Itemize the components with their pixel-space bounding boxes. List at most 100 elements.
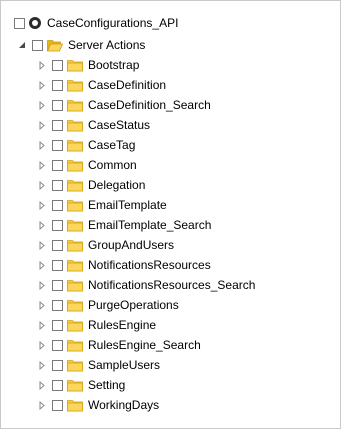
folder-icon	[67, 379, 83, 392]
expand-arrow-icon[interactable]	[38, 400, 46, 410]
item-checkbox[interactable]	[52, 219, 63, 231]
item-checkbox[interactable]	[52, 279, 63, 291]
item-checkbox[interactable]	[52, 99, 63, 111]
expand-arrow-icon[interactable]	[38, 80, 46, 90]
folder-icon	[67, 259, 83, 272]
expand-arrow-icon[interactable]	[38, 220, 46, 230]
tree-item-row[interactable]: RulesEngine	[38, 316, 156, 334]
expand-arrow-icon[interactable]	[38, 360, 46, 370]
tree-group-row[interactable]: Server Actions	[18, 36, 145, 54]
item-label: Setting	[88, 378, 126, 392]
tree-item-row[interactable]: RulesEngine_Search	[38, 336, 201, 354]
module-radio-icon	[29, 17, 41, 29]
tree-item-row[interactable]: Setting	[38, 376, 125, 394]
item-label: RulesEngine	[88, 318, 157, 332]
item-label: WorkingDays	[88, 398, 160, 412]
folder-icon	[67, 59, 83, 72]
folder-icon	[67, 99, 83, 112]
expand-arrow-icon[interactable]	[38, 240, 46, 250]
expand-arrow-icon[interactable]	[38, 140, 46, 150]
item-checkbox[interactable]	[52, 159, 63, 171]
tree-root-row[interactable]: CaseConfigurations_API	[14, 14, 178, 32]
item-label: Bootstrap	[88, 58, 140, 72]
folder-icon	[67, 199, 83, 212]
folder-icon	[67, 359, 83, 372]
item-checkbox[interactable]	[52, 259, 63, 271]
tree-item-row[interactable]: CaseDefinition_Search	[38, 96, 211, 114]
item-checkbox[interactable]	[52, 59, 63, 71]
item-label: GroupAndUsers	[88, 238, 175, 252]
tree-item-row[interactable]: SampleUsers	[38, 356, 160, 374]
group-label: Server Actions	[68, 38, 146, 52]
item-checkbox[interactable]	[52, 339, 63, 351]
folder-icon	[67, 279, 83, 292]
item-label: NotificationsResources_Search	[88, 278, 256, 292]
expand-arrow-icon[interactable]	[38, 120, 46, 130]
tree-item-row[interactable]: NotificationsResources	[38, 256, 211, 274]
folder-icon	[67, 399, 83, 412]
root-checkbox[interactable]	[14, 17, 25, 29]
item-checkbox[interactable]	[52, 179, 63, 191]
folder-icon	[67, 79, 83, 92]
folder-icon	[67, 219, 83, 232]
expand-arrow-icon[interactable]	[38, 160, 46, 170]
item-label: PurgeOperations	[88, 298, 179, 312]
tree-item-row[interactable]: Bootstrap	[38, 56, 139, 74]
item-checkbox[interactable]	[52, 239, 63, 251]
tree-item-row[interactable]: PurgeOperations	[38, 296, 179, 314]
expand-arrow-icon[interactable]	[38, 180, 46, 190]
item-checkbox[interactable]	[52, 299, 63, 311]
tree-item-row[interactable]: WorkingDays	[38, 396, 159, 414]
expand-arrow-icon[interactable]	[38, 200, 46, 210]
item-label: CaseDefinition	[88, 78, 167, 92]
item-checkbox[interactable]	[52, 379, 63, 391]
root-label: CaseConfigurations_API	[47, 16, 179, 30]
folder-icon	[67, 319, 83, 332]
item-checkbox[interactable]	[52, 199, 63, 211]
tree-item-row[interactable]: CaseStatus	[38, 116, 150, 134]
tree-item-row[interactable]: EmailTemplate	[38, 196, 167, 214]
tree-item-row[interactable]: NotificationsResources_Search	[38, 276, 255, 294]
folder-open-icon	[46, 39, 64, 52]
expand-arrow-icon[interactable]	[38, 380, 46, 390]
tree-item-row[interactable]: CaseDefinition	[38, 76, 166, 94]
item-label: Common	[88, 158, 137, 172]
item-label: EmailTemplate_Search	[88, 218, 212, 232]
item-checkbox[interactable]	[52, 119, 63, 131]
folder-icon	[67, 139, 83, 152]
expand-arrow-icon[interactable]	[38, 340, 46, 350]
item-label: CaseTag	[88, 138, 136, 152]
collapse-arrow-icon[interactable]	[18, 40, 26, 50]
folder-icon	[67, 239, 83, 252]
item-checkbox[interactable]	[52, 139, 63, 151]
folder-icon	[67, 159, 83, 172]
group-checkbox[interactable]	[32, 39, 43, 51]
tree-item-row[interactable]: Delegation	[38, 176, 145, 194]
expand-arrow-icon[interactable]	[38, 320, 46, 330]
item-checkbox[interactable]	[52, 79, 63, 91]
item-checkbox[interactable]	[52, 399, 63, 411]
item-label: NotificationsResources	[88, 258, 211, 272]
folder-icon	[67, 299, 83, 312]
folder-icon	[67, 339, 83, 352]
item-label: CaseStatus	[88, 118, 151, 132]
tree-item-row[interactable]: EmailTemplate_Search	[38, 216, 211, 234]
item-label: SampleUsers	[88, 358, 161, 372]
tree-item-row[interactable]: CaseTag	[38, 136, 135, 154]
item-label: CaseDefinition_Search	[88, 98, 211, 112]
item-checkbox[interactable]	[52, 319, 63, 331]
expand-arrow-icon[interactable]	[38, 60, 46, 70]
item-checkbox[interactable]	[52, 359, 63, 371]
tree-item-row[interactable]: Common	[38, 156, 137, 174]
item-label: EmailTemplate	[88, 198, 167, 212]
tree-item-row[interactable]: GroupAndUsers	[38, 236, 174, 254]
folder-icon	[67, 179, 83, 192]
expand-arrow-icon[interactable]	[38, 300, 46, 310]
item-label: Delegation	[88, 178, 146, 192]
tree-panel: CaseConfigurations_API Server Actions Bo…	[0, 0, 341, 429]
expand-arrow-icon[interactable]	[38, 280, 46, 290]
expand-arrow-icon[interactable]	[38, 100, 46, 110]
folder-icon	[67, 119, 83, 132]
item-label: RulesEngine_Search	[88, 338, 201, 352]
expand-arrow-icon[interactable]	[38, 260, 46, 270]
